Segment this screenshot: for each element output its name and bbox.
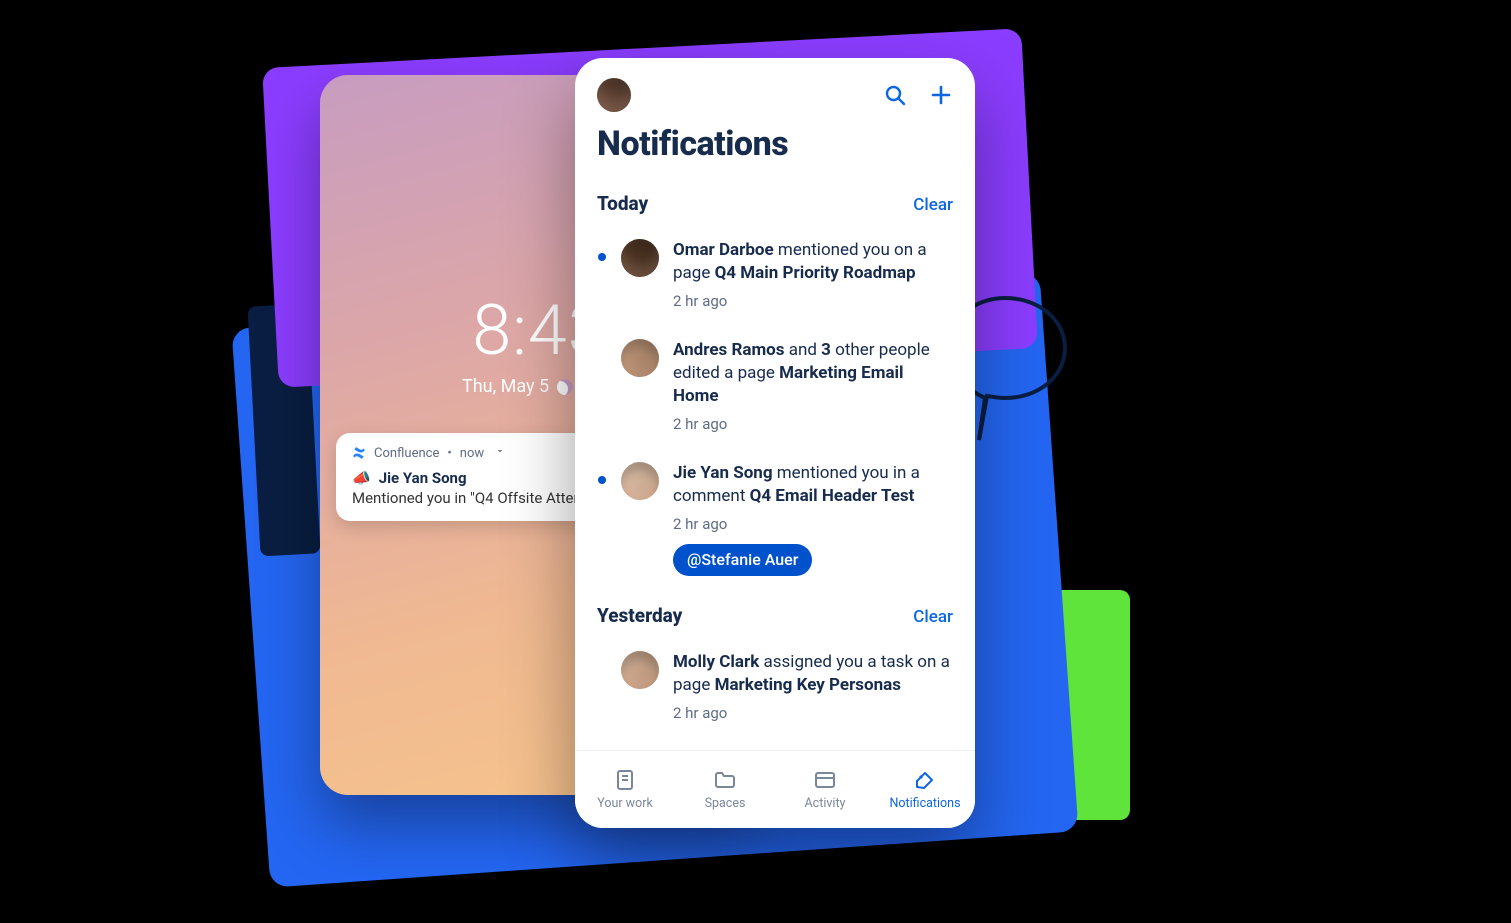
target-name: Q4 Email Header Test — [750, 486, 915, 506]
notification-time: 2 hr ago — [673, 514, 953, 534]
tab-label: Notifications — [889, 796, 960, 811]
moon-icon — [557, 379, 573, 395]
unread-dot — [598, 476, 606, 484]
notification-item[interactable]: Molly Clark assigned you a task on a pag… — [597, 637, 953, 737]
avatar — [621, 339, 659, 377]
actor-name: Jie Yan Song — [673, 463, 773, 483]
create-button[interactable] — [929, 83, 953, 107]
tab-bar: Your work Spaces Activity Notifications — [575, 750, 975, 828]
tab-notifications[interactable]: Notifications — [875, 751, 975, 828]
tab-activity[interactable]: Activity — [775, 751, 875, 828]
profile-avatar[interactable] — [597, 78, 631, 112]
notification-item[interactable]: Jie Yan Song mentioned you in a comment … — [597, 448, 953, 590]
plus-icon — [929, 83, 953, 107]
clear-today-button[interactable]: Clear — [913, 195, 953, 215]
unread-dot — [598, 253, 606, 261]
lockscreen-sender: Jie Yan Song — [379, 469, 467, 487]
bell-tag-icon — [913, 768, 937, 792]
lockscreen-date: Thu, May 5 — [462, 376, 549, 397]
page-title: Notifications — [597, 124, 953, 164]
search-button[interactable] — [883, 83, 907, 107]
section-header-today: Today Clear — [597, 192, 953, 215]
app-top-bar — [575, 58, 975, 120]
lockscreen-when: now — [460, 446, 484, 461]
actor-name: Molly Clark — [673, 652, 759, 672]
app-phone: Notifications Today Clear Omar Darboe me… — [575, 58, 975, 828]
target-name: Q4 Main Priority Roadmap — [715, 263, 916, 283]
avatar — [621, 651, 659, 689]
notifications-list[interactable]: Today Clear Omar Darboe mentioned you on… — [575, 178, 975, 750]
notification-time: 2 hr ago — [673, 703, 953, 723]
lockscreen-app-name: Confluence — [374, 446, 439, 461]
confluence-icon — [352, 446, 366, 460]
megaphone-icon: 📣 — [352, 469, 371, 487]
window-icon — [813, 768, 837, 792]
section-label: Today — [597, 192, 648, 215]
actor-name: Omar Darboe — [673, 240, 774, 260]
chevron-down-icon — [494, 445, 506, 461]
notification-item[interactable]: Eva Lien liked your comment — [597, 737, 953, 750]
notification-item[interactable]: Andres Ramos and 3 other people edited a… — [597, 325, 953, 448]
search-icon — [883, 83, 907, 107]
folder-icon — [713, 768, 737, 792]
document-icon — [613, 768, 637, 792]
tab-label: Spaces — [705, 796, 746, 811]
clear-yesterday-button[interactable]: Clear — [913, 607, 953, 627]
count: 3 — [821, 340, 831, 360]
tab-spaces[interactable]: Spaces — [675, 751, 775, 828]
avatar — [621, 462, 659, 500]
avatar — [621, 239, 659, 277]
notification-text: and — [785, 340, 822, 360]
actor-name: Andres Ramos — [673, 340, 785, 360]
notification-time: 2 hr ago — [673, 414, 953, 434]
tab-label: Activity — [805, 796, 846, 811]
target-name: Marketing Key Personas — [715, 675, 901, 695]
section-label: Yesterday — [597, 604, 682, 627]
notification-time: 2 hr ago — [673, 291, 953, 311]
notification-item[interactable]: Omar Darboe mentioned you on a page Q4 M… — [597, 225, 953, 325]
mention-pill[interactable]: @Stefanie Auer — [673, 544, 812, 576]
section-header-yesterday: Yesterday Clear — [597, 604, 953, 627]
tab-your-work[interactable]: Your work — [575, 751, 675, 828]
tab-label: Your work — [597, 796, 653, 811]
